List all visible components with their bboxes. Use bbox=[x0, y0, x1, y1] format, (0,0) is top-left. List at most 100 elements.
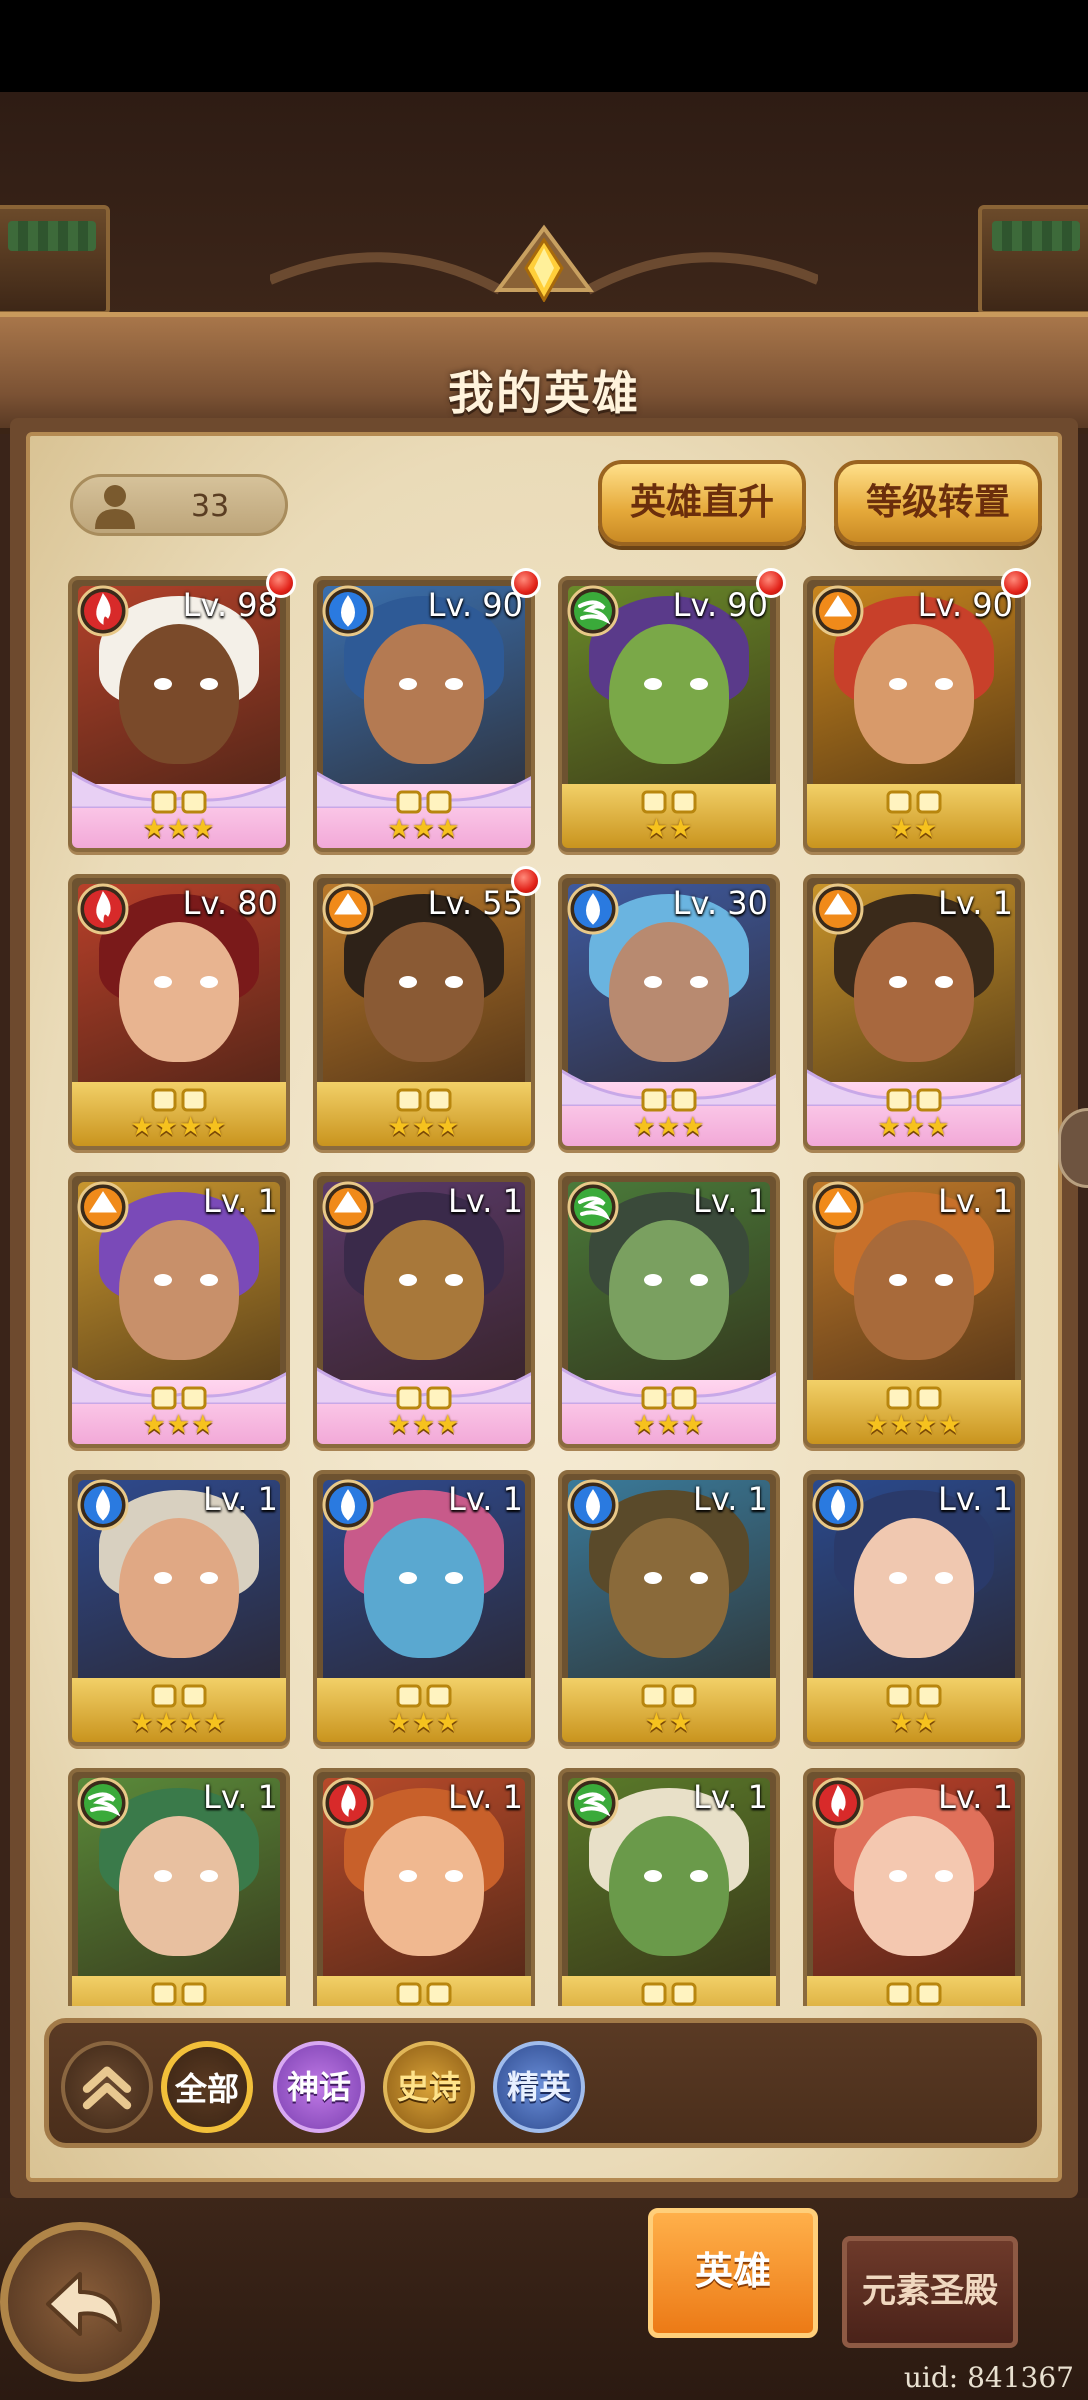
hero-card[interactable]: ★★★ Lv. 1 bbox=[313, 1172, 535, 1448]
fire-element-icon bbox=[77, 585, 129, 637]
star-rating: ★★★ bbox=[387, 1708, 461, 1738]
person-icon bbox=[95, 485, 135, 529]
hero-eye bbox=[200, 1274, 218, 1286]
hero-eye bbox=[935, 1572, 953, 1584]
hero-card[interactable]: ★★★ Lv. 55 bbox=[313, 874, 535, 1150]
hero-card[interactable]: ★★ Lv. 1 bbox=[803, 1470, 1025, 1746]
hero-eye bbox=[644, 1870, 662, 1882]
rank-crest-icon bbox=[641, 1088, 697, 1112]
tab-element-temple[interactable]: 元素圣殿 bbox=[842, 2236, 1018, 2348]
back-arrow-icon bbox=[46, 2272, 122, 2336]
hero-face bbox=[854, 624, 974, 764]
hero-eye bbox=[399, 1572, 417, 1584]
left-pillar-decoration bbox=[0, 205, 110, 315]
hero-card[interactable]: ★★★ Lv. 90 bbox=[313, 576, 535, 852]
rank-crest-icon bbox=[886, 1684, 942, 1708]
hero-card[interactable]: ★★ Lv. 90 bbox=[558, 576, 780, 852]
hero-card[interactable]: Lv. 1 bbox=[68, 1768, 290, 2006]
hero-eye bbox=[200, 1870, 218, 1882]
hero-card[interactable]: ★★ Lv. 1 bbox=[558, 1470, 780, 1746]
hero-level: Lv. 80 bbox=[182, 884, 278, 922]
water-element-icon bbox=[322, 1479, 374, 1531]
hero-card[interactable]: ★★ Lv. 90 bbox=[803, 576, 1025, 852]
hero-level: Lv. 1 bbox=[203, 1182, 278, 1220]
hero-face bbox=[119, 624, 239, 764]
hero-eye bbox=[200, 1572, 218, 1584]
gem-icon bbox=[524, 238, 564, 302]
hero-card[interactable]: ★★★ Lv. 30 bbox=[558, 874, 780, 1150]
hero-face bbox=[364, 1518, 484, 1658]
hero-level: Lv. 1 bbox=[938, 1480, 1013, 1518]
hero-eye bbox=[935, 678, 953, 690]
filter-epic-button[interactable]: 史诗 bbox=[383, 2041, 475, 2133]
hero-level: Lv. 1 bbox=[448, 1480, 523, 1518]
filter-elite-button[interactable]: 精英 bbox=[493, 2041, 585, 2133]
hero-card[interactable]: ★★★ Lv. 1 bbox=[68, 1172, 290, 1448]
rank-crest-icon bbox=[641, 1386, 697, 1410]
hero-level: Lv. 1 bbox=[693, 1778, 768, 1816]
hero-card[interactable]: ★★★★ Lv. 1 bbox=[803, 1172, 1025, 1448]
notification-dot bbox=[511, 866, 541, 896]
star-rating: ★★★★ bbox=[130, 1112, 228, 1142]
star-rating: ★★ bbox=[889, 1708, 939, 1738]
hero-eye bbox=[154, 678, 172, 690]
fire-element-icon bbox=[322, 1777, 374, 1829]
hero-eye bbox=[889, 976, 907, 988]
star-rating: ★★★★ bbox=[130, 1708, 228, 1738]
hero-face bbox=[364, 1220, 484, 1360]
water-element-icon bbox=[812, 1479, 864, 1531]
hero-eye bbox=[154, 1274, 172, 1286]
hero-eye bbox=[889, 1274, 907, 1286]
hero-eye bbox=[935, 976, 953, 988]
water-element-icon bbox=[322, 585, 374, 637]
hero-level: Lv. 1 bbox=[693, 1182, 768, 1220]
hero-card[interactable]: ★★★ Lv. 98 bbox=[68, 576, 290, 852]
hero-card[interactable]: ★★★★ Lv. 80 bbox=[68, 874, 290, 1150]
hero-card[interactable]: Lv. 1 bbox=[558, 1768, 780, 2006]
star-rating: ★★★ bbox=[387, 1112, 461, 1142]
hero-eye bbox=[399, 976, 417, 988]
hero-face bbox=[854, 1816, 974, 1956]
hero-eye bbox=[200, 678, 218, 690]
hero-eye bbox=[644, 678, 662, 690]
hero-card[interactable]: ★★★ Lv. 1 bbox=[313, 1470, 535, 1746]
star-rating: ★★★ bbox=[877, 1112, 951, 1142]
rank-crest-icon bbox=[886, 790, 942, 814]
star-rating: ★★★ bbox=[387, 1410, 461, 1440]
hero-level: Lv. 1 bbox=[693, 1480, 768, 1518]
hero-eye bbox=[935, 1274, 953, 1286]
hero-card[interactable]: ★★★ Lv. 1 bbox=[558, 1172, 780, 1448]
collapse-button[interactable] bbox=[61, 2041, 153, 2133]
hero-face bbox=[364, 624, 484, 764]
level-transfer-button[interactable]: 等级转置 bbox=[834, 460, 1042, 546]
hero-face bbox=[119, 922, 239, 1062]
rank-crest-icon bbox=[151, 1982, 207, 2006]
hero-boost-button[interactable]: 英雄直升 bbox=[598, 460, 806, 546]
tab-hero[interactable]: 英雄 bbox=[648, 2208, 818, 2338]
hero-face bbox=[854, 1518, 974, 1658]
rank-crest-icon bbox=[151, 1386, 207, 1410]
rank-crest-icon bbox=[396, 1386, 452, 1410]
star-rating: ★★ bbox=[644, 814, 694, 844]
earth-element-icon bbox=[77, 1181, 129, 1233]
hero-face bbox=[609, 1518, 729, 1658]
wind-element-icon bbox=[77, 1777, 129, 1829]
hero-card[interactable]: ★★★★ Lv. 1 bbox=[68, 1470, 290, 1746]
hero-eye bbox=[399, 1870, 417, 1882]
filter-all-button[interactable]: 全部 bbox=[161, 2041, 253, 2133]
hero-card[interactable]: Lv. 1 bbox=[803, 1768, 1025, 2006]
filter-mythic-button[interactable]: 神话 bbox=[273, 2041, 365, 2133]
hero-eye bbox=[445, 1274, 463, 1286]
back-button[interactable] bbox=[0, 2222, 160, 2382]
wind-element-icon bbox=[567, 585, 619, 637]
hero-face bbox=[854, 922, 974, 1062]
wind-element-icon bbox=[567, 1181, 619, 1233]
hero-face bbox=[364, 1816, 484, 1956]
hero-eye bbox=[644, 1572, 662, 1584]
hero-card[interactable]: ★★★ Lv. 1 bbox=[803, 874, 1025, 1150]
rank-crest-icon bbox=[641, 1684, 697, 1708]
rank-crest-icon bbox=[151, 790, 207, 814]
star-rating: ★★ bbox=[644, 1708, 694, 1738]
hero-card[interactable]: Lv. 1 bbox=[313, 1768, 535, 2006]
hero-eye bbox=[445, 1572, 463, 1584]
